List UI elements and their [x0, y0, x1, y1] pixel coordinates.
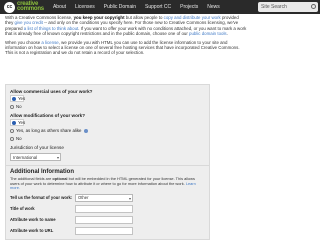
attrib-name-label: Attribute work to name — [10, 217, 56, 223]
commercial-no-option[interactable]: No — [10, 103, 205, 110]
logo-wordmark: creative commons — [17, 1, 44, 12]
search-icon[interactable] — [311, 4, 316, 9]
additional-information-note: The additional fields are optional but w… — [10, 176, 196, 191]
modifications-no-radio[interactable] — [10, 136, 14, 141]
nav-licenses[interactable]: Licenses — [75, 0, 95, 14]
additional-information-title: Additional Information — [10, 169, 74, 175]
commercial-yes-label: Yes — [18, 96, 26, 101]
modifications-sharealike-option[interactable]: Yes, as long as others share alike — [10, 127, 205, 134]
site-search-placeholder: Site Search — [261, 4, 287, 10]
nav-projects[interactable]: Projects — [180, 0, 198, 14]
intro-text: With a Creative Commons license, you kee… — [5, 15, 248, 56]
things-to-think-about-link[interactable]: a list of things to think about — [24, 26, 78, 31]
title-row: Title of work — [10, 204, 205, 213]
commercial-no-label: No — [16, 104, 22, 109]
help-icon[interactable] — [83, 128, 88, 133]
modifications-question: Allow modifications of your work? — [10, 113, 86, 118]
intro-paragraph-2: When you choose a license, we provide yo… — [5, 39, 240, 56]
modifications-no-label: No — [16, 136, 22, 141]
a-license-link[interactable]: a license — [41, 40, 58, 45]
intro-paragraph-1: With a Creative Commons license, you kee… — [5, 15, 247, 37]
modifications-sharealike-radio[interactable] — [10, 128, 14, 133]
commercial-yes-radio[interactable] — [12, 96, 16, 101]
attrib-name-row: Attribute work to name — [10, 215, 205, 224]
format-label: Tell us the format of your work: — [10, 195, 73, 201]
modifications-yes-label: Yes — [18, 120, 26, 125]
logo-line2: commons — [17, 6, 44, 12]
attrib-url-row: Attribute work to URL — [10, 226, 205, 235]
give-credit-link[interactable]: give you credit — [15, 20, 43, 25]
attrib-url-label: Attribute work to URL — [10, 228, 54, 234]
jurisdiction-question: Jurisdiction of your license — [10, 145, 64, 150]
creative-commons-logo[interactable]: cc creative commons — [4, 0, 44, 14]
attrib-url-input[interactable] — [75, 226, 133, 235]
attrib-name-input[interactable] — [75, 215, 133, 224]
chevron-down-icon: ▾ — [128, 195, 131, 201]
commercial-yes-option[interactable]: Yes — [10, 95, 26, 102]
commercial-use-question: Allow commercial uses of your work? — [10, 89, 93, 94]
nav-support-cc[interactable]: Support CC — [145, 0, 171, 14]
commercial-no-radio[interactable] — [10, 104, 14, 109]
public-domain-tools-link[interactable]: public domain tools — [189, 31, 227, 36]
modifications-yes-radio[interactable] — [12, 120, 16, 125]
site-search-input[interactable]: Site Search — [258, 2, 318, 12]
license-chooser-panel: Allow commercial uses of your work? Yes … — [5, 84, 210, 166]
cc-logo-icon: cc — [4, 1, 15, 13]
title-input[interactable] — [75, 204, 133, 213]
additional-information-panel: Additional Information The additional fi… — [5, 165, 210, 240]
copy-distribute-link[interactable]: copy and distribute your work — [164, 15, 221, 20]
modifications-yes-option[interactable]: Yes — [10, 119, 26, 126]
modifications-sharealike-label: Yes, as long as others share alike — [16, 128, 82, 133]
jurisdiction-select[interactable]: International ▾ — [10, 153, 61, 161]
format-value: Other — [78, 195, 89, 201]
nav-public-domain[interactable]: Public Domain — [104, 0, 136, 14]
main-nav: About Licenses Public Domain Support CC … — [53, 0, 229, 14]
jurisdiction-value: International — [13, 154, 38, 160]
chevron-down-icon: ▾ — [56, 155, 59, 160]
top-navigation-bar: cc creative commons About Licenses Publi… — [0, 0, 320, 14]
nav-about[interactable]: About — [53, 0, 66, 14]
format-select[interactable]: Other ▾ — [75, 193, 133, 202]
title-label: Title of work — [10, 206, 35, 212]
format-row: Tell us the format of your work: Other ▾ — [10, 193, 205, 202]
modifications-no-option[interactable]: No — [10, 135, 205, 142]
nav-news[interactable]: News — [207, 0, 220, 14]
